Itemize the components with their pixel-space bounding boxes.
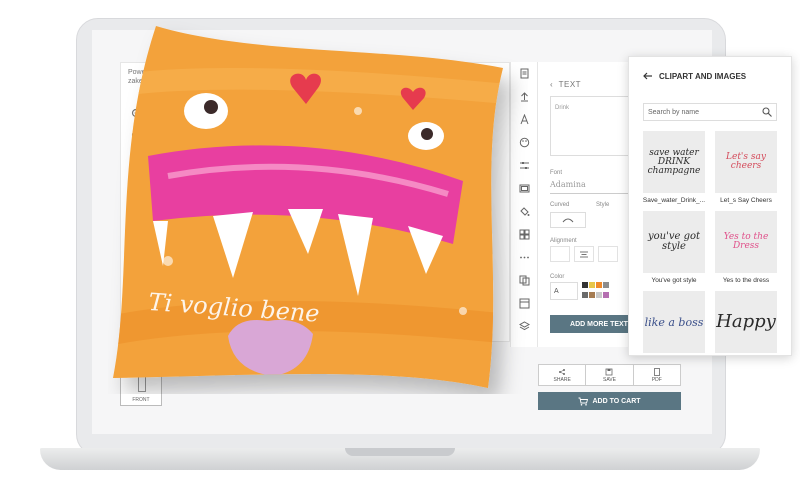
- align-left-button[interactable]: [550, 246, 570, 262]
- clipart-caption: Yes to the dress: [722, 277, 770, 284]
- clipart-caption: You've got style: [651, 277, 697, 284]
- clipart-art: you've got style: [647, 231, 701, 252]
- font-label: Font: [550, 170, 563, 176]
- clipart-art: Let's say cheers: [726, 152, 766, 171]
- color-row: A: [550, 282, 609, 300]
- text-panel-title: ‹ TEXT: [550, 80, 582, 89]
- text-input[interactable]: Drink: [550, 96, 630, 156]
- back-arrow-icon[interactable]: [643, 71, 653, 81]
- color-picker[interactable]: A: [550, 282, 578, 300]
- clipart-caption: Save_water_Drink_...: [642, 197, 706, 204]
- alignment-buttons: [550, 246, 618, 262]
- clipart-search-input[interactable]: Search by name: [643, 103, 777, 121]
- clipart-caption: Let_s Say Cheers: [720, 197, 772, 204]
- pdf-button[interactable]: PDF: [634, 365, 680, 385]
- color-swatch[interactable]: [582, 282, 588, 288]
- color-swatch[interactable]: [582, 291, 588, 298]
- save-button[interactable]: SAVE: [586, 365, 634, 385]
- clipart-item[interactable]: like a boss: [643, 291, 705, 353]
- clipart-art: Yes to the Dress: [723, 232, 769, 251]
- add-to-cart-label: ADD TO CART: [592, 397, 641, 405]
- color-picker-value: A: [554, 287, 559, 295]
- cart-icon: [578, 397, 589, 406]
- pillow-illustration: Ti voglio bene: [113, 26, 503, 388]
- text-properties-panel: ‹ TEXT Drink Font Adamina Curved Style A…: [538, 62, 638, 347]
- laptop-notch: [345, 448, 455, 456]
- color-swatch[interactable]: [596, 282, 602, 288]
- clipart-art: save water DRINK champagne: [647, 147, 701, 176]
- add-to-cart-button[interactable]: ADD TO CART: [538, 392, 681, 410]
- color-label: Color: [550, 274, 565, 280]
- share-label: SHARE: [553, 376, 571, 383]
- align-right-button[interactable]: [598, 246, 618, 262]
- style-label: Style: [596, 202, 610, 208]
- clipart-header: CLIPART AND IMAGES: [643, 71, 746, 81]
- color-swatch[interactable]: [603, 282, 609, 288]
- search-icon[interactable]: [762, 107, 772, 117]
- share-icon: [559, 368, 566, 375]
- clipart-panel: CLIPART AND IMAGES Search by name save w…: [628, 56, 792, 356]
- color-swatch[interactable]: [603, 291, 609, 298]
- clipart-item[interactable]: Yes to the Dress: [715, 211, 777, 273]
- clipart-item[interactable]: save water DRINK champagne: [643, 131, 705, 193]
- clipart-item[interactable]: Let's say cheers: [715, 131, 777, 193]
- product-customizer-scene: Powered by zakeke.com undo redo reset 3D…: [0, 0, 800, 500]
- save-label: SAVE: [603, 376, 616, 383]
- color-swatch[interactable]: [596, 291, 602, 298]
- clipart-title: CLIPART AND IMAGES: [659, 71, 747, 81]
- align-center-button[interactable]: [574, 246, 594, 262]
- clipart-item[interactable]: you've got style: [643, 211, 705, 273]
- clipart-item[interactable]: Happy: [715, 291, 777, 353]
- curve-icon: [562, 218, 574, 223]
- font-select[interactable]: Adamina: [550, 180, 630, 194]
- view-front-label: FRONT: [132, 397, 150, 403]
- color-swatch[interactable]: [589, 291, 595, 298]
- curved-toggle[interactable]: [550, 212, 586, 228]
- pdf-icon: [653, 367, 660, 376]
- clipart-art: Happy: [716, 311, 776, 332]
- text-panel-title-label: TEXT: [558, 80, 582, 89]
- pillow-product-render[interactable]: Ti voglio bene: [108, 16, 528, 394]
- search-placeholder: Search by name: [648, 108, 699, 116]
- pdf-label: PDF: [651, 376, 662, 383]
- alignment-label: Alignment: [550, 238, 577, 244]
- color-swatch[interactable]: [589, 282, 595, 288]
- action-bar: SHARE SAVE PDF: [538, 364, 681, 386]
- save-icon: [606, 368, 613, 375]
- clipart-art: like a boss: [644, 315, 704, 329]
- share-button[interactable]: SHARE: [539, 365, 587, 385]
- curved-label: Curved: [550, 202, 570, 208]
- style-buttons[interactable]: [596, 212, 632, 228]
- color-swatches: [582, 282, 609, 300]
- align-center-icon: [580, 251, 588, 257]
